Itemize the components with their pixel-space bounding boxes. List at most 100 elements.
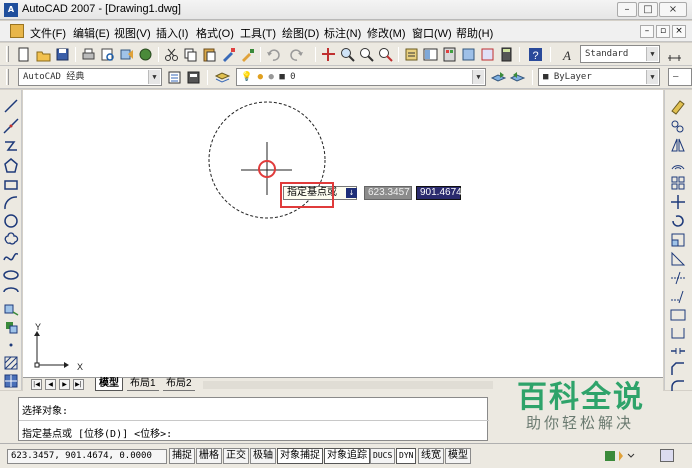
new-file-icon[interactable] bbox=[15, 46, 32, 63]
coordinate-readout[interactable]: 623.3457, 901.4674, 0.0000 bbox=[7, 449, 167, 464]
arc-icon[interactable] bbox=[2, 194, 20, 212]
revision-cloud-icon[interactable] bbox=[2, 230, 20, 248]
first-tab-button[interactable]: |◀ bbox=[31, 379, 42, 390]
mirror-icon[interactable] bbox=[669, 136, 687, 154]
dynamic-input-x-field[interactable]: 623.3457 bbox=[364, 186, 412, 200]
sheet-set-icon[interactable] bbox=[460, 46, 477, 63]
document-icon[interactable] bbox=[10, 24, 24, 38]
undo-icon[interactable] bbox=[265, 46, 282, 63]
scale-icon[interactable] bbox=[669, 231, 687, 249]
window-minimize-button[interactable]: – bbox=[617, 2, 637, 17]
polar-toggle[interactable]: 极轴 bbox=[250, 448, 276, 464]
layer-manager-icon[interactable] bbox=[214, 69, 231, 86]
polyline-icon[interactable] bbox=[2, 137, 20, 155]
join-icon[interactable] bbox=[669, 342, 687, 360]
design-center-icon[interactable] bbox=[422, 46, 439, 63]
workspace-save-icon[interactable] bbox=[185, 69, 202, 86]
workspace-combo[interactable]: AutoCAD 经典 ▼ bbox=[18, 68, 162, 86]
menu-edit[interactable]: 编辑(E) bbox=[73, 25, 110, 41]
redo-icon[interactable] bbox=[288, 46, 305, 63]
drawing-content[interactable]: Y X bbox=[23, 90, 663, 378]
publish-web-icon[interactable] bbox=[137, 46, 154, 63]
text-style-icon[interactable]: A bbox=[560, 46, 577, 63]
menu-draw[interactable]: 绘图(D) bbox=[282, 25, 319, 41]
cut-icon[interactable] bbox=[163, 46, 180, 63]
menu-view[interactable]: 视图(V) bbox=[114, 25, 151, 41]
copy-object-icon[interactable] bbox=[669, 117, 687, 135]
erase-icon[interactable] bbox=[669, 97, 687, 115]
chevron-down-icon[interactable]: ▼ bbox=[148, 70, 160, 84]
move-icon[interactable] bbox=[669, 193, 687, 211]
plot-preview-icon[interactable] bbox=[99, 46, 116, 63]
previous-tab-button[interactable]: ◀ bbox=[45, 379, 56, 390]
ortho-toggle[interactable]: 正交 bbox=[223, 448, 249, 464]
rotate-icon[interactable] bbox=[669, 212, 687, 230]
grid-toggle[interactable]: 栅格 bbox=[196, 448, 222, 464]
paste-icon[interactable] bbox=[201, 46, 218, 63]
menu-help[interactable]: 帮助(H) bbox=[456, 25, 493, 41]
menu-window[interactable]: 窗口(W) bbox=[412, 25, 452, 41]
calculator-icon[interactable] bbox=[498, 46, 515, 63]
point-icon[interactable] bbox=[2, 336, 20, 354]
copy-icon[interactable] bbox=[182, 46, 199, 63]
dim-style-icon[interactable] bbox=[666, 46, 683, 63]
command-prompt-line[interactable]: 指定基点或 [位移(D)] <位移>: bbox=[22, 425, 172, 440]
ducs-toggle[interactable]: DUCS bbox=[370, 448, 396, 464]
doc-minimize-button[interactable]: – bbox=[640, 25, 654, 38]
construction-line-icon[interactable] bbox=[2, 117, 20, 135]
make-block-icon[interactable] bbox=[2, 318, 20, 336]
tab-model[interactable]: 模型 bbox=[95, 378, 123, 391]
tool-palettes-icon[interactable] bbox=[441, 46, 458, 63]
trim-icon[interactable] bbox=[669, 269, 687, 287]
circle-icon[interactable] bbox=[2, 212, 20, 230]
properties-icon[interactable] bbox=[403, 46, 420, 63]
help-icon[interactable]: ? bbox=[527, 46, 544, 63]
next-tab-button[interactable]: ▶ bbox=[59, 379, 70, 390]
otrack-toggle[interactable]: 对象追踪 bbox=[324, 448, 370, 464]
toolbar-grip[interactable] bbox=[6, 69, 9, 85]
toolbar-grip[interactable] bbox=[6, 46, 9, 62]
line-icon[interactable] bbox=[2, 97, 20, 115]
menu-dimension[interactable]: 标注(N) bbox=[324, 25, 361, 41]
chamfer-icon[interactable] bbox=[669, 360, 687, 378]
text-style-combo[interactable]: Standard ▼ bbox=[580, 45, 660, 63]
autocad-app-icon[interactable]: A bbox=[4, 3, 18, 17]
dyn-toggle[interactable]: DYN bbox=[396, 448, 417, 464]
window-close-button[interactable]: × bbox=[659, 2, 687, 17]
drawing-canvas[interactable]: Y X bbox=[23, 90, 663, 378]
extend-icon[interactable] bbox=[669, 288, 687, 306]
osnap-toggle[interactable]: 对象捕捉 bbox=[277, 448, 323, 464]
clean-screen-button[interactable] bbox=[660, 449, 674, 462]
polygon-icon[interactable] bbox=[2, 157, 20, 175]
make-layer-current-icon[interactable] bbox=[490, 69, 507, 86]
tray-settings-icon[interactable] bbox=[604, 448, 638, 464]
menu-format[interactable]: 格式(O) bbox=[196, 25, 234, 41]
command-history[interactable]: 选择对象: 指定基点或 [位移(D)] <位移>: bbox=[18, 397, 489, 441]
save-icon[interactable] bbox=[54, 46, 71, 63]
model-space-toggle[interactable]: 模型 bbox=[445, 448, 471, 464]
chevron-down-icon[interactable]: ▼ bbox=[646, 70, 658, 84]
doc-restore-button[interactable]: ▫ bbox=[656, 25, 670, 38]
offset-icon[interactable] bbox=[669, 155, 687, 173]
linetype-combo[interactable]: ■ ByLayer ▼ bbox=[538, 68, 660, 86]
chevron-down-icon[interactable]: ▼ bbox=[472, 70, 484, 84]
arrow-down-icon[interactable]: ↓ bbox=[346, 188, 357, 198]
pan-icon[interactable] bbox=[320, 46, 337, 63]
insert-block-icon[interactable] bbox=[2, 300, 20, 318]
zoom-window-icon[interactable] bbox=[358, 46, 375, 63]
menu-file[interactable]: 文件(F) bbox=[30, 25, 66, 41]
menu-modify[interactable]: 修改(M) bbox=[367, 25, 406, 41]
markup-set-icon[interactable] bbox=[479, 46, 496, 63]
last-tab-button[interactable]: ▶| bbox=[73, 379, 84, 390]
stretch-icon[interactable] bbox=[669, 250, 687, 268]
ellipse-arc-icon[interactable] bbox=[2, 283, 20, 301]
layer-previous-icon[interactable] bbox=[509, 69, 526, 86]
zoom-realtime-icon[interactable] bbox=[339, 46, 356, 63]
rectangle-icon[interactable] bbox=[2, 176, 20, 194]
snap-toggle[interactable]: 捕捉 bbox=[169, 448, 195, 464]
chevron-down-icon[interactable]: ▼ bbox=[646, 47, 658, 61]
open-folder-icon[interactable] bbox=[35, 46, 52, 63]
hatch-icon[interactable] bbox=[2, 354, 20, 372]
zoom-previous-icon[interactable] bbox=[377, 46, 394, 63]
gradient-icon[interactable] bbox=[2, 372, 20, 390]
